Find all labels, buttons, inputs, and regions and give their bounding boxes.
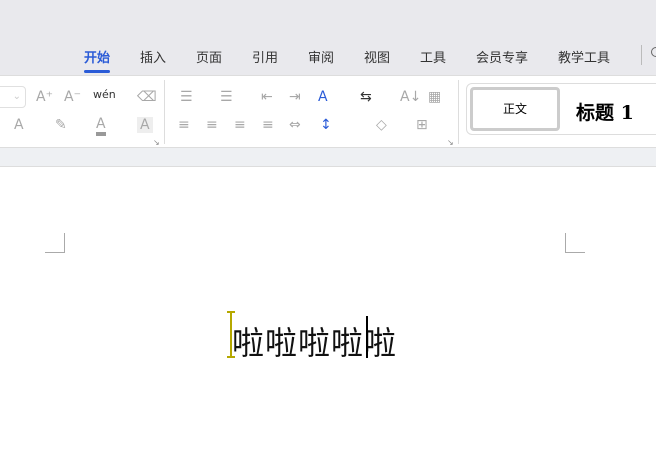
- font-dialog-launcher-icon[interactable]: ↘: [153, 138, 160, 147]
- ruler-area: [0, 148, 656, 167]
- tab-review[interactable]: 审阅: [308, 47, 334, 66]
- align-left-icon[interactable]: ≡: [178, 117, 190, 133]
- divider: [458, 80, 459, 144]
- mouse-ibeam-cursor: [227, 311, 235, 358]
- page-corner-mark: [45, 233, 65, 253]
- font-size-select[interactable]: ⌄: [0, 86, 26, 108]
- paragraph-dialog-launcher-icon[interactable]: ↘: [447, 138, 454, 147]
- clear-format-icon[interactable]: ⌫: [137, 89, 157, 105]
- grow-font-icon[interactable]: A⁺: [36, 89, 53, 105]
- tab-view[interactable]: 视图: [364, 47, 390, 66]
- align-right-icon[interactable]: ≡: [234, 117, 246, 133]
- text-caret: [366, 316, 368, 358]
- indent-icon[interactable]: ⇥: [289, 89, 301, 105]
- font-color-icon[interactable]: A: [96, 116, 106, 136]
- align-center-icon[interactable]: ≡: [206, 117, 218, 133]
- fill-icon[interactable]: ◇: [376, 117, 387, 133]
- border-icon[interactable]: ⊞: [416, 117, 428, 133]
- divider: [164, 80, 165, 144]
- line-spacing-icon[interactable]: ↕: [320, 117, 332, 133]
- sort-icon[interactable]: A↓: [400, 89, 421, 105]
- tab-insert[interactable]: 插入: [140, 47, 166, 66]
- phonetic-guide-icon[interactable]: wén: [93, 87, 116, 103]
- style-heading-1[interactable]: 标题 1: [576, 98, 634, 125]
- tab-references[interactable]: 引用: [252, 47, 278, 66]
- tab-tools[interactable]: 工具: [420, 47, 446, 66]
- tab-home[interactable]: 开始: [84, 47, 111, 73]
- convert-icon[interactable]: ⇆: [360, 89, 372, 105]
- highlight-icon[interactable]: ✎: [55, 117, 67, 133]
- char-shading-icon[interactable]: A: [137, 117, 153, 133]
- bullets-icon[interactable]: ☰: [180, 89, 193, 105]
- distribute-icon[interactable]: ⇔: [289, 117, 301, 133]
- table-grid-icon[interactable]: ▦: [428, 89, 441, 105]
- search-icon[interactable]: [651, 47, 656, 57]
- justify-icon[interactable]: ≡: [262, 117, 274, 133]
- page-corner-mark: [565, 233, 585, 253]
- numbering-icon[interactable]: ☰: [220, 89, 233, 105]
- document-text[interactable]: 啦啦啦啦啦: [232, 318, 397, 364]
- divider: [641, 45, 642, 65]
- style-body-text[interactable]: 正文: [470, 87, 560, 131]
- tab-teaching-tools[interactable]: 教学工具: [558, 47, 610, 66]
- text-direction-icon[interactable]: A: [318, 89, 328, 105]
- tab-page[interactable]: 页面: [196, 47, 222, 66]
- text-effect-icon[interactable]: A: [14, 117, 24, 133]
- tab-member[interactable]: 会员专享: [476, 47, 528, 66]
- outdent-icon[interactable]: ⇤: [261, 89, 273, 105]
- shrink-font-icon[interactable]: A⁻: [64, 89, 81, 105]
